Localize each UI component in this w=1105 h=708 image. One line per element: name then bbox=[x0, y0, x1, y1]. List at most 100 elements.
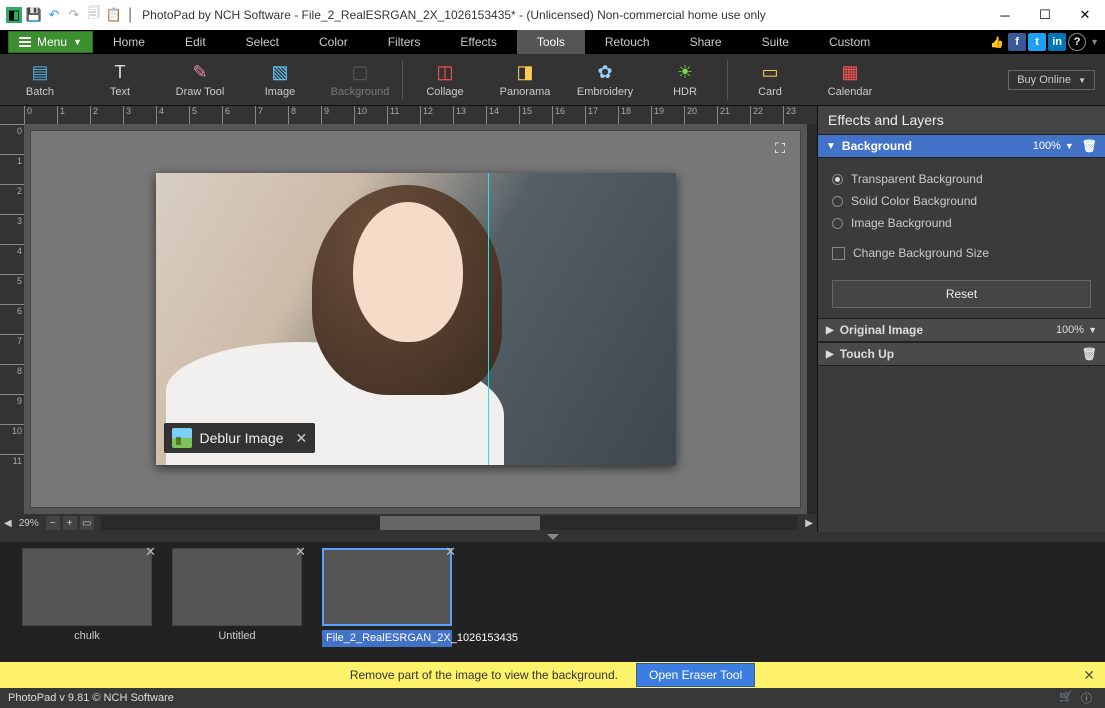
tool-batch[interactable]: ▤Batch bbox=[0, 55, 80, 105]
menu-item-edit[interactable]: Edit bbox=[165, 30, 226, 54]
section-touchup[interactable]: ▶ Touch Up 🗑 bbox=[818, 342, 1105, 366]
tool-label: Batch bbox=[26, 86, 54, 98]
tool-label: HDR bbox=[673, 86, 697, 98]
zoom-value: 29% bbox=[15, 518, 43, 529]
close-icon[interactable]: ✕ bbox=[445, 544, 456, 560]
hdr-icon: ☀ bbox=[674, 62, 696, 84]
radio-image[interactable]: Image Background bbox=[832, 212, 1091, 234]
facebook-icon[interactable]: f bbox=[1008, 33, 1026, 51]
zoom-fit-icon[interactable]: ▭ bbox=[80, 516, 94, 530]
thumb-image bbox=[22, 548, 152, 626]
nav-left-icon[interactable]: ◀ bbox=[4, 518, 12, 529]
help-icon[interactable]: ? bbox=[1068, 33, 1086, 51]
menu-button[interactable]: Menu ▼ bbox=[8, 31, 93, 53]
redo-icon[interactable]: ↷ bbox=[66, 7, 82, 23]
menu-item-home[interactable]: Home bbox=[93, 30, 165, 54]
thumb-item[interactable]: ✕ Untitled bbox=[172, 548, 302, 643]
cart-icon[interactable]: 🛒 bbox=[1059, 690, 1075, 706]
trash-icon[interactable]: 🗑 bbox=[1082, 139, 1097, 153]
pencil-icon: ✎ bbox=[189, 62, 211, 84]
open-eraser-button[interactable]: Open Eraser Tool bbox=[636, 663, 755, 687]
menu-item-tools[interactable]: Tools bbox=[517, 30, 585, 54]
section-original[interactable]: ▶ Original Image 100% ▼ bbox=[818, 318, 1105, 342]
menu-item-share[interactable]: Share bbox=[670, 30, 742, 54]
menu-button-label: Menu bbox=[37, 35, 67, 49]
zoom-out-icon[interactable]: − bbox=[46, 516, 60, 530]
thumb-label: Untitled bbox=[218, 630, 255, 643]
deblur-icon bbox=[172, 428, 192, 448]
chevron-down-icon[interactable]: ▼ bbox=[1065, 141, 1074, 151]
tool-label: Text bbox=[110, 86, 130, 98]
tool-image[interactable]: ▧Image bbox=[240, 55, 320, 105]
tool-panorama[interactable]: ◨Panorama bbox=[485, 55, 565, 105]
thumb-label: chulk bbox=[74, 630, 100, 643]
tool-collage[interactable]: ◫Collage bbox=[405, 55, 485, 105]
tool-hdr[interactable]: ☀ HDR bbox=[645, 55, 725, 105]
tool-label: Background bbox=[331, 86, 390, 98]
close-icon[interactable]: ✕ bbox=[145, 544, 156, 560]
section-background-body: Transparent Background Solid Color Backg… bbox=[818, 158, 1105, 318]
opacity-value: 100% bbox=[1033, 140, 1061, 152]
text-icon: T bbox=[109, 62, 131, 84]
menu-item-filters[interactable]: Filters bbox=[368, 30, 441, 54]
tool-text[interactable]: T Text bbox=[80, 55, 160, 105]
tool-calendar[interactable]: ▦Calendar bbox=[810, 55, 890, 105]
check-change-size[interactable]: Change Background Size bbox=[832, 240, 1091, 266]
fullscreen-icon[interactable]: ⛶ bbox=[766, 137, 794, 159]
zoom-in-icon[interactable]: + bbox=[63, 516, 77, 530]
save-icon[interactable]: 💾 bbox=[26, 7, 42, 23]
buy-online-button[interactable]: Buy Online ▼ bbox=[1008, 70, 1095, 90]
canvas-statusbar: ◀ 29% − + ▭ ▶ bbox=[0, 514, 817, 532]
thumbsup-icon[interactable]: 👍 bbox=[988, 33, 1006, 51]
panel-resize-handle[interactable] bbox=[0, 532, 1105, 542]
window-title: PhotoPad by NCH Software - File_2_RealES… bbox=[142, 8, 766, 22]
effect-tag[interactable]: Deblur Image ✕ bbox=[164, 423, 316, 453]
info-icon[interactable]: ⓘ bbox=[1081, 690, 1097, 706]
thumb-image bbox=[172, 548, 302, 626]
menu-item-select[interactable]: Select bbox=[226, 30, 299, 54]
close-icon[interactable]: ✕ bbox=[296, 430, 308, 447]
nav-right-icon[interactable]: ▶ bbox=[805, 518, 813, 529]
thumb-item[interactable]: ✕ File_2_RealESRGAN_2X_1026153435 bbox=[322, 548, 452, 647]
menu-item-suite[interactable]: Suite bbox=[742, 30, 809, 54]
radio-label: Transparent Background bbox=[851, 172, 983, 186]
tool-card[interactable]: ▭Card bbox=[730, 55, 810, 105]
menu-item-custom[interactable]: Custom bbox=[809, 30, 890, 54]
section-background[interactable]: ▼ Background 100% ▼ 🗑 bbox=[818, 134, 1105, 158]
chevron-down-icon[interactable]: ▼ bbox=[1090, 37, 1099, 47]
toolbar: ▤BatchTText✎Draw Tool▧Image▢Background◫C… bbox=[0, 54, 1105, 106]
linkedin-icon[interactable]: in bbox=[1048, 33, 1066, 51]
chevron-down-icon[interactable]: ▼ bbox=[1088, 325, 1097, 335]
effects-panel: Effects and Layers ▼ Background 100% ▼ 🗑… bbox=[817, 106, 1105, 532]
trash-icon[interactable]: 🗑 bbox=[1082, 347, 1097, 361]
minimize-button[interactable]: ─ bbox=[985, 0, 1025, 30]
canvas[interactable]: ⛶ Deblur Image ✕ bbox=[24, 124, 807, 514]
effect-tag-label: Deblur Image bbox=[200, 430, 284, 446]
copy-icon[interactable]: 🗐 bbox=[86, 7, 102, 23]
thumb-item[interactable]: ✕ chulk bbox=[22, 548, 152, 643]
footer: PhotoPad v 9.81 © NCH Software 🛒 ⓘ bbox=[0, 688, 1105, 708]
tool-draw-tool[interactable]: ✎Draw Tool bbox=[160, 55, 240, 105]
menu-item-effects[interactable]: Effects bbox=[440, 30, 516, 54]
radio-icon bbox=[832, 196, 843, 207]
close-button[interactable]: ✕ bbox=[1065, 0, 1105, 30]
close-icon[interactable]: ✕ bbox=[1083, 667, 1095, 684]
canvas-scrollbar-v[interactable] bbox=[807, 124, 817, 514]
close-icon[interactable]: ✕ bbox=[295, 544, 306, 560]
tool-label: Image bbox=[265, 86, 296, 98]
tool-embroidery[interactable]: ✿Embroidery bbox=[565, 55, 645, 105]
radio-solid[interactable]: Solid Color Background bbox=[832, 190, 1091, 212]
radio-transparent[interactable]: Transparent Background bbox=[832, 168, 1091, 190]
undo-icon[interactable]: ↶ bbox=[46, 7, 62, 23]
menu-item-retouch[interactable]: Retouch bbox=[585, 30, 670, 54]
maximize-button[interactable]: ☐ bbox=[1025, 0, 1065, 30]
paste-icon[interactable]: 📋 bbox=[106, 7, 122, 23]
reset-button[interactable]: Reset bbox=[832, 280, 1091, 308]
canvas-scrollbar-h[interactable] bbox=[101, 516, 799, 530]
panorama-icon: ◨ bbox=[514, 62, 536, 84]
image-preview[interactable]: Deblur Image ✕ bbox=[156, 173, 676, 465]
tool-label: Collage bbox=[426, 86, 463, 98]
chevron-down-icon: ▼ bbox=[1078, 76, 1086, 85]
menu-item-color[interactable]: Color bbox=[299, 30, 368, 54]
twitter-icon[interactable]: t bbox=[1028, 33, 1046, 51]
